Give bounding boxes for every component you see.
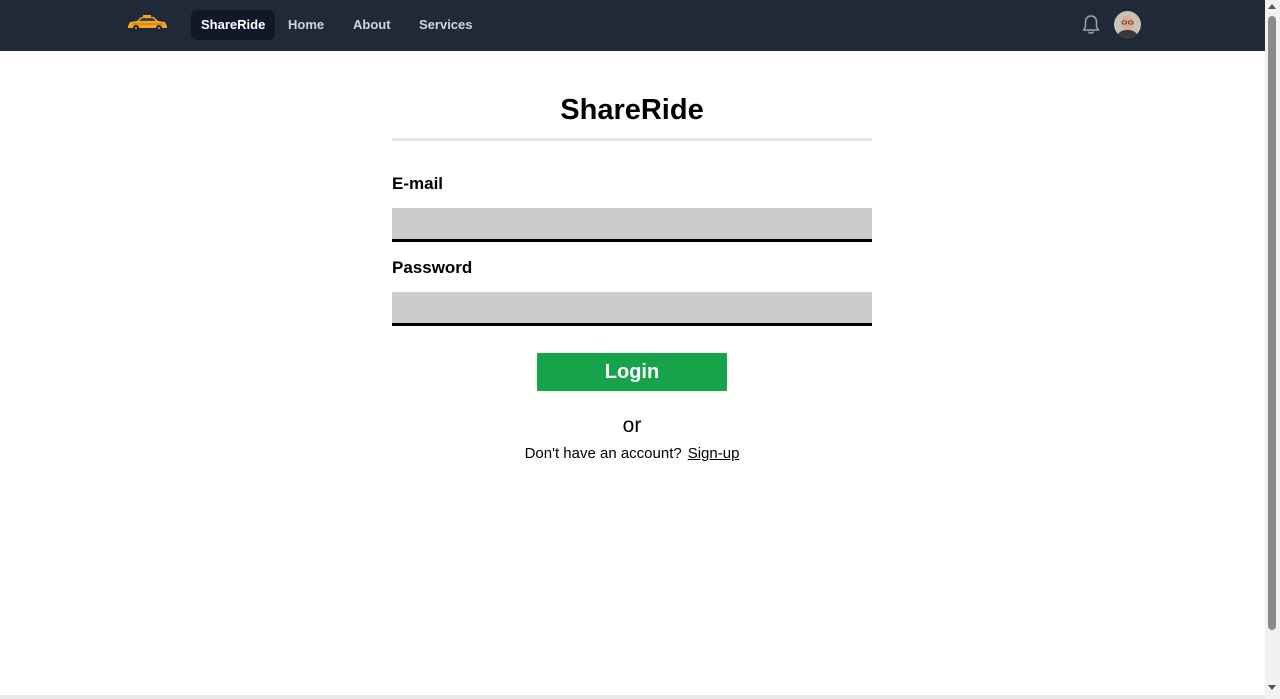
vertical-scrollbar[interactable] <box>1265 0 1280 699</box>
password-field[interactable] <box>392 292 872 326</box>
signup-link[interactable]: Sign-up <box>688 445 740 462</box>
signup-prompt-line: Don't have an account? Sign-up <box>392 445 872 462</box>
email-label: E-mail <box>392 174 444 193</box>
signup-prompt-text: Don't have an account? <box>524 445 682 462</box>
scroll-down-icon[interactable] <box>1268 685 1276 690</box>
login-button[interactable]: Login <box>537 353 727 391</box>
nav-link-shareride[interactable]: ShareRide <box>191 10 276 40</box>
horizontal-scrollbar[interactable] <box>0 695 1265 699</box>
scrollbar-thumb[interactable] <box>1268 16 1276 630</box>
nav-link-about[interactable]: About <box>343 10 401 40</box>
email-field[interactable] <box>392 208 872 242</box>
bell-icon[interactable] <box>1081 14 1101 36</box>
taxi-car-logo-icon[interactable] <box>126 14 168 32</box>
scroll-up-icon[interactable] <box>1268 4 1276 9</box>
avatar-icon <box>1114 11 1141 38</box>
page: ShareRide Home About Services ShareRide … <box>0 0 1280 699</box>
login-form: ShareRide E-mail Password Login or Don't… <box>392 90 872 462</box>
page-title: ShareRide <box>560 94 704 126</box>
or-separator: or <box>622 414 642 437</box>
title-divider <box>392 138 872 141</box>
nav-link-home[interactable]: Home <box>278 10 334 40</box>
user-avatar[interactable] <box>1114 11 1141 38</box>
nav-link-services[interactable]: Services <box>409 10 483 40</box>
password-label: Password <box>392 258 473 277</box>
top-navbar: ShareRide Home About Services <box>0 0 1265 51</box>
